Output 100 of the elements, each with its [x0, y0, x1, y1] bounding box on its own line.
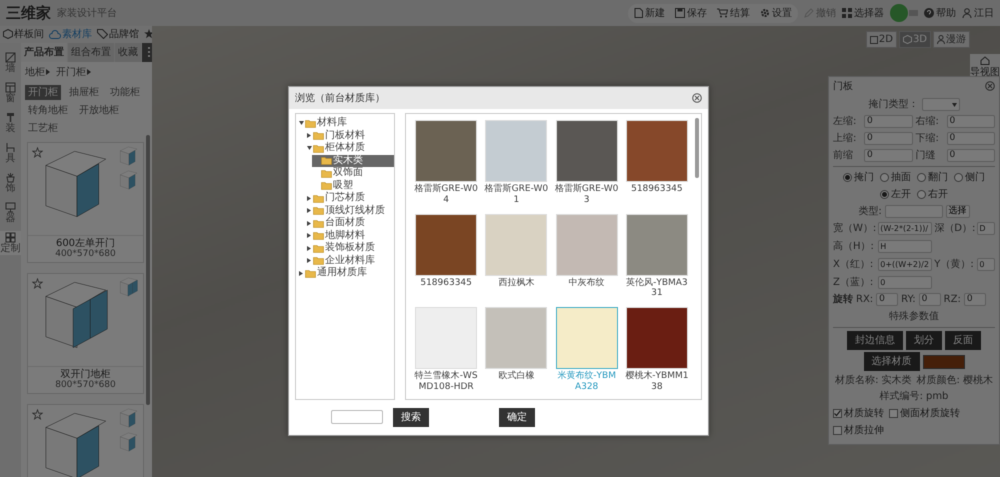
- material-item[interactable]: 樱桃木-YBMM138: [624, 307, 689, 393]
- layout-tab[interactable]: 产品布置: [21, 42, 67, 62]
- radio-button[interactable]: [917, 173, 926, 182]
- radio-button[interactable]: [880, 190, 889, 199]
- product-card[interactable]: 600左单开门 400*570*680: [27, 142, 144, 263]
- product-card[interactable]: [27, 404, 144, 477]
- breadcrumb-link[interactable]: 地柜: [25, 64, 45, 80]
- checkbox[interactable]: [833, 409, 842, 418]
- material-item[interactable]: 518963345: [414, 214, 478, 300]
- category-tab[interactable]: 抽屉柜: [66, 84, 102, 100]
- input-field[interactable]: 0: [876, 293, 898, 306]
- search-field[interactable]: [331, 410, 383, 424]
- confirm-button[interactable]: 确定: [499, 408, 535, 427]
- input-field[interactable]: 0: [918, 293, 941, 306]
- material-item[interactable]: 中灰布纹: [554, 214, 619, 300]
- material-item[interactable]: 欧式白橡: [484, 307, 548, 393]
- tree-item[interactable]: 台面材质: [304, 217, 394, 230]
- material-item[interactable]: 米黄布纹-YBMA328: [554, 307, 619, 393]
- input-field[interactable]: 0: [864, 149, 912, 162]
- toolbar-button[interactable]: 结算: [717, 6, 750, 20]
- input-field[interactable]: D: [977, 222, 995, 235]
- toolbar-button[interactable]: 保存: [675, 6, 707, 20]
- tree-item[interactable]: 门板材料: [304, 130, 394, 142]
- action-button[interactable]: 划分: [906, 331, 942, 350]
- input-field[interactable]: 0: [946, 132, 995, 145]
- material-item[interactable]: 西拉枫木: [484, 214, 548, 300]
- side-rail-item[interactable]: 饰: [0, 170, 21, 195]
- breadcrumb-link[interactable]: 开门柜: [56, 64, 86, 80]
- tree-item[interactable]: 柜体材质: [304, 142, 394, 154]
- close-icon[interactable]: [692, 93, 702, 103]
- radio-button[interactable]: [917, 190, 926, 199]
- tree-item[interactable]: 双饰面: [312, 167, 394, 180]
- input-field[interactable]: H: [878, 240, 932, 253]
- input-field[interactable]: [884, 205, 943, 218]
- input-field[interactable]: 0: [864, 132, 912, 145]
- product-card[interactable]: 双开门地柜 800*570*680: [27, 272, 144, 394]
- tree-item[interactable]: 顶线灯线材质: [304, 204, 394, 217]
- user-button[interactable]: 江日: [962, 6, 994, 20]
- material-item[interactable]: 格雷斯GRE-W04: [414, 120, 478, 206]
- search-button[interactable]: 搜索: [393, 408, 429, 427]
- view-mode-button[interactable]: 2D: [866, 31, 897, 48]
- side-rail-item[interactable]: 具: [0, 140, 21, 165]
- tree-item[interactable]: 通用材质库: [296, 267, 394, 280]
- input-field[interactable]: 0: [946, 115, 995, 128]
- radio-button[interactable]: [843, 173, 852, 182]
- door-type-select[interactable]: [922, 98, 960, 111]
- side-rail-item[interactable]: 墙: [0, 50, 21, 75]
- tree-item[interactable]: 实木类: [312, 154, 394, 167]
- view-mode-button[interactable]: 漫游: [933, 31, 970, 48]
- scrollbar[interactable]: [695, 118, 699, 178]
- side-rail-item[interactable]: 器: [0, 200, 21, 225]
- choose-material-button[interactable]: 选择材质: [864, 352, 920, 371]
- radio-button[interactable]: [954, 173, 963, 182]
- tree-item[interactable]: 装饰板材质: [304, 242, 394, 254]
- category-tab[interactable]: 开放地柜: [76, 102, 122, 118]
- tree-item[interactable]: 门芯材质: [304, 192, 394, 204]
- tree-item[interactable]: 企业材料库: [304, 254, 394, 267]
- radio-button[interactable]: [880, 173, 889, 182]
- input-field[interactable]: 0: [878, 276, 932, 289]
- toolbar-button[interactable]: 选择器: [842, 6, 884, 20]
- material-item[interactable]: 英伦风-YBMA331: [624, 214, 689, 300]
- category-tab[interactable]: 工艺柜: [25, 120, 61, 136]
- subtitle: 家装设计平台: [57, 6, 117, 20]
- toolbar-button[interactable]: 设置: [760, 6, 792, 20]
- input-field[interactable]: 0+((W+2)/2: [878, 258, 932, 271]
- layout-tab[interactable]: 组合布置: [68, 42, 114, 62]
- tree-item[interactable]: 材料库: [296, 117, 394, 130]
- input-field[interactable]: 0: [864, 115, 912, 128]
- scrollbar[interactable]: [146, 134, 150, 405]
- radio-label: 翻门: [928, 170, 948, 185]
- help-button[interactable]: 帮助: [924, 6, 956, 20]
- library-tab[interactable]: 样板间: [3, 26, 44, 42]
- close-icon[interactable]: [985, 81, 995, 91]
- toolbar-button[interactable]: 新建: [634, 6, 665, 20]
- tree-item[interactable]: 吸塑: [312, 180, 394, 192]
- material-item[interactable]: 格雷斯GRE-W01: [484, 120, 548, 206]
- action-button[interactable]: 封边信息: [847, 331, 903, 350]
- input-field[interactable]: (W-2*(2-1))/: [878, 222, 932, 235]
- category-tab[interactable]: 转角地柜: [25, 102, 71, 118]
- tree-item[interactable]: 地脚材料: [304, 230, 394, 242]
- side-rail-item[interactable]: 定制: [0, 230, 21, 255]
- material-item[interactable]: 518963345: [624, 120, 689, 206]
- input-field[interactable]: 0: [977, 258, 995, 271]
- library-tab[interactable]: 素材库: [49, 26, 92, 42]
- checkbox[interactable]: [833, 426, 842, 435]
- action-button[interactable]: 反面: [945, 331, 981, 350]
- input-field[interactable]: 0: [964, 293, 986, 306]
- input-field[interactable]: 0: [946, 149, 995, 162]
- radio-label: 抽面: [891, 170, 911, 185]
- library-tab[interactable]: 品牌馆: [97, 26, 139, 42]
- user-icon: [962, 8, 972, 18]
- choose-button[interactable]: 选择: [946, 205, 970, 218]
- side-rail-item[interactable]: 装: [0, 110, 21, 135]
- layout-tab[interactable]: 收藏: [115, 42, 141, 62]
- category-tab[interactable]: 功能柜: [107, 84, 143, 100]
- category-tab[interactable]: 开门柜: [25, 84, 61, 100]
- material-item[interactable]: 格雷斯GRE-W03: [554, 120, 619, 206]
- material-item[interactable]: 特兰雪橡木-WSMD108-HDR: [414, 307, 478, 393]
- side-rail-item[interactable]: 窗: [0, 80, 21, 105]
- checkbox[interactable]: [889, 409, 898, 418]
